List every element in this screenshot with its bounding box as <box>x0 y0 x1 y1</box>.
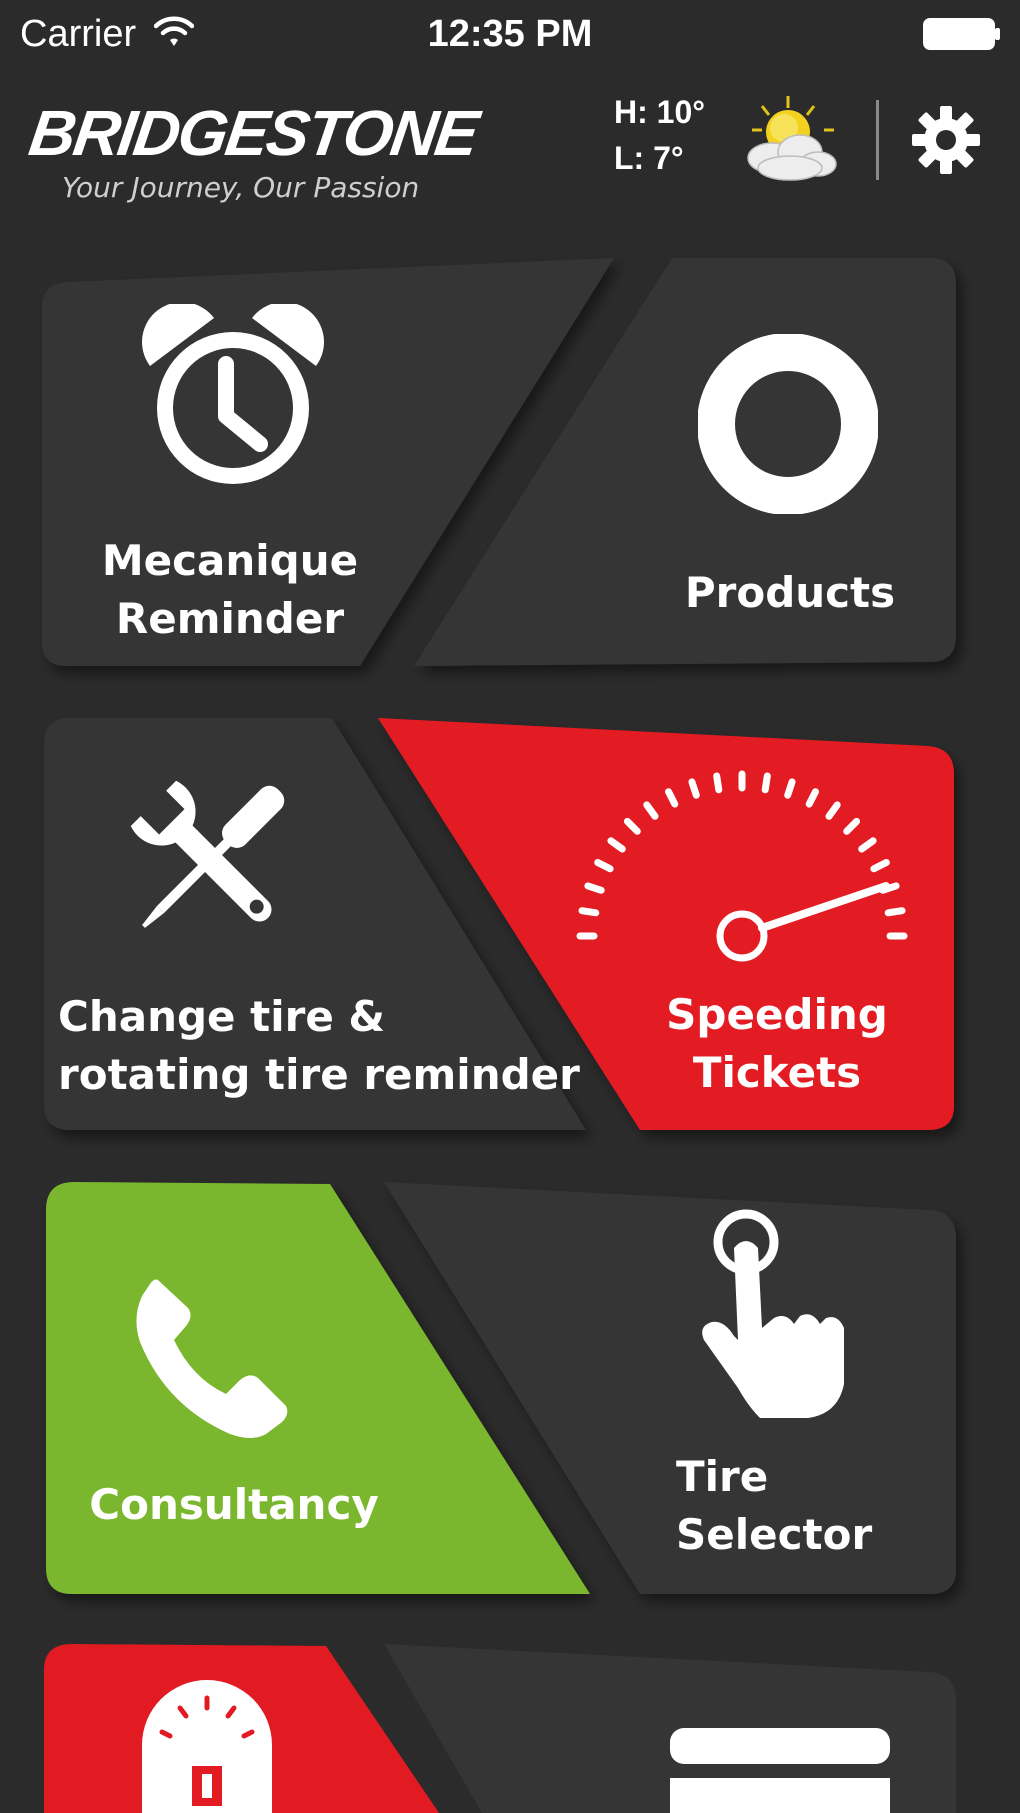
speedometer-tick <box>643 801 659 820</box>
tile-row-1: Mecanique Reminder Products <box>0 254 1020 670</box>
phone-icon <box>136 1279 288 1438</box>
tile-row-2: Change tire & rotating tire reminder Spe… <box>0 716 1020 1134</box>
speedometer-tick <box>805 788 819 808</box>
speedometer-tick <box>825 801 841 820</box>
speedometer-tick <box>843 817 861 835</box>
tile-change-tire-label-1: Change tire & <box>58 992 386 1041</box>
tile-consultancy-label: Consultancy <box>89 1480 379 1529</box>
tile-products-label: Products <box>684 568 896 617</box>
weather-high: H: 10° <box>614 94 706 130</box>
logo-wordmark: BRIDGESTONE <box>24 97 482 169</box>
speedometer-tick <box>713 772 723 794</box>
app-screen: Carrier 12:35 PM BRIDGESTONE Your Journe… <box>0 0 1020 1813</box>
tile-speeding-tickets-label-1: Speeding <box>666 990 888 1039</box>
speedometer-tick <box>884 907 906 917</box>
tile-change-tire-reminder[interactable]: Change tire & rotating tire reminder <box>44 718 580 1130</box>
speedometer-tick <box>665 788 679 808</box>
alarm-clock-icon <box>142 304 324 484</box>
tile-products[interactable]: Products <box>640 264 956 664</box>
tile-tire-selector-label-2: Selector <box>676 1510 873 1559</box>
bridgestone-logo: BRIDGESTONE Your Journey, Our Passion <box>25 96 490 210</box>
menu-icon <box>670 1728 890 1813</box>
battery-icon <box>923 18 1000 50</box>
speedometer-tick <box>607 837 626 853</box>
weather-low: L: 7° <box>614 140 684 176</box>
tile-speeding-tickets[interactable]: Speeding Tickets <box>576 736 954 1130</box>
speedometer-tick <box>623 817 641 835</box>
wrench-screwdriver-icon <box>130 780 285 928</box>
speedometer-tick <box>858 837 877 853</box>
speedometer-tick <box>870 859 890 873</box>
tile-mecanique-reminder-label-1: Mecanique <box>101 536 359 585</box>
speedometer-icon <box>576 770 908 962</box>
tile-parking[interactable] <box>44 1644 444 1813</box>
speedometer-tick <box>688 778 700 799</box>
tile-speeding-tickets-label-2: Tickets <box>692 1048 862 1097</box>
tile-mecanique-reminder-label-2: Reminder <box>115 594 345 643</box>
header-divider <box>876 100 879 180</box>
tile-tire-selector[interactable]: Tire Selector <box>640 1200 956 1594</box>
gear-icon[interactable] <box>910 104 982 176</box>
tile-row-3: Consultancy Tire Selector <box>0 1180 1020 1598</box>
tile-mecanique-reminder[interactable]: Mecanique Reminder <box>42 282 542 666</box>
speedometer-tick <box>784 778 796 799</box>
speedometer-tick <box>584 882 605 894</box>
speedometer-tick <box>578 907 600 917</box>
logo-tagline: Your Journey, Our Passion <box>62 171 420 204</box>
speedometer-tick <box>594 859 614 873</box>
status-bar: Carrier 12:35 PM <box>0 0 1020 68</box>
speedometer-tick <box>761 772 771 794</box>
parking-meter-icon <box>142 1680 272 1813</box>
tile-row-4 <box>0 1644 1020 1813</box>
partly-cloudy-icon <box>747 96 837 181</box>
tile-menu[interactable] <box>640 1664 956 1813</box>
tile-change-tire-label-2: rotating tire reminder <box>58 1050 580 1099</box>
weather-widget[interactable]: H: 10° L: 7° <box>614 92 844 188</box>
tile-tire-selector-label-1: Tire <box>676 1452 769 1501</box>
tap-hand-icon <box>702 1209 844 1418</box>
tile-consultancy[interactable]: Consultancy <box>46 1182 546 1594</box>
status-time: 12:35 PM <box>427 13 593 55</box>
tire-icon <box>698 334 878 514</box>
